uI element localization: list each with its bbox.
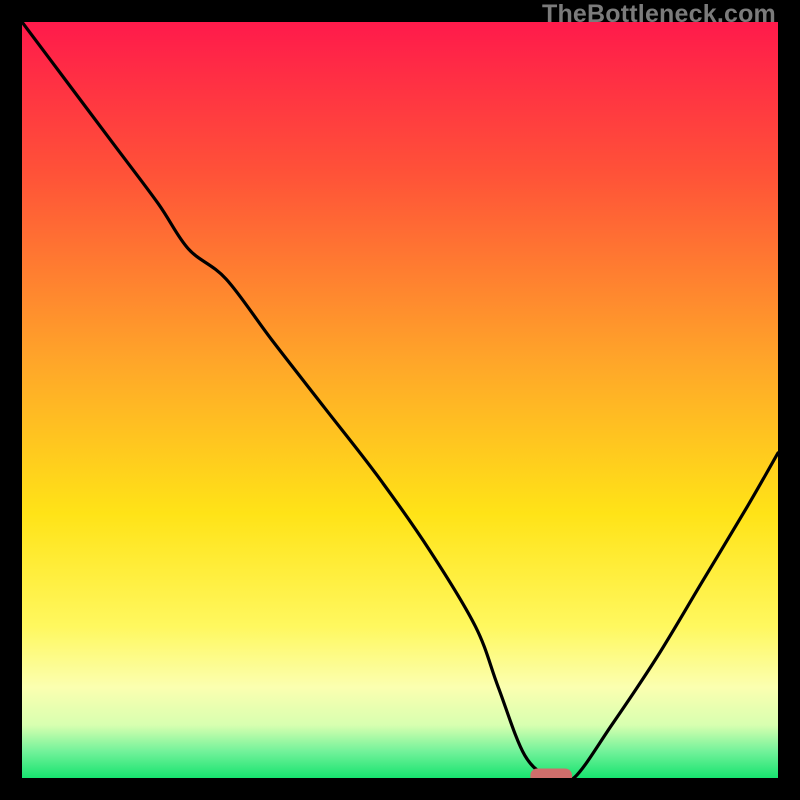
chart-frame (22, 22, 778, 778)
chart-svg (22, 22, 778, 778)
bottleneck-curve (22, 22, 778, 778)
watermark-text: TheBottleneck.com (542, 0, 776, 29)
optimal-marker (530, 768, 572, 778)
plot-area (22, 22, 778, 778)
